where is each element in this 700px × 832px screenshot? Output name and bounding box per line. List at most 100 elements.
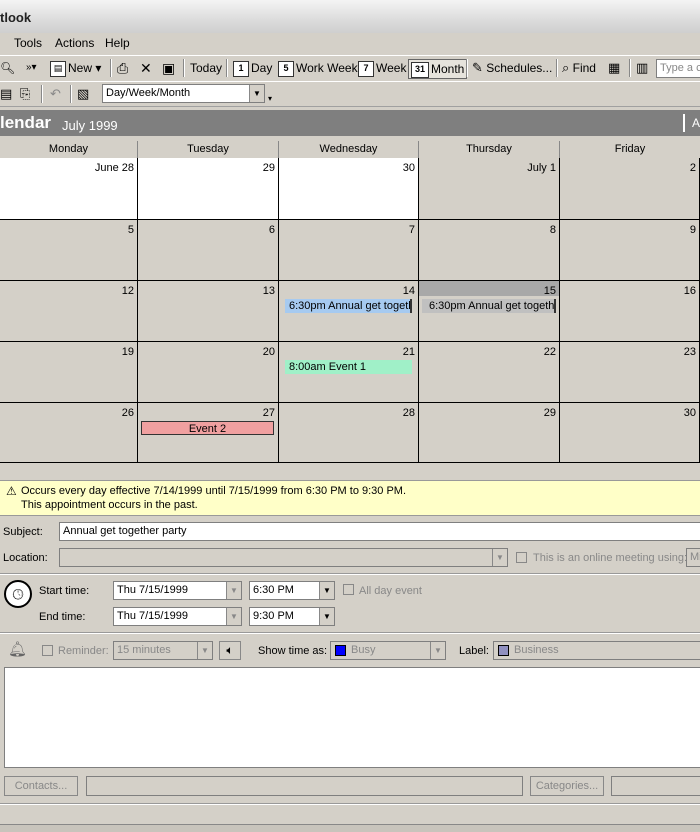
show-time-as-select[interactable]: Busy ▼	[330, 641, 446, 660]
subject-input[interactable]: Annual get together party	[59, 522, 700, 541]
day-cell[interactable]: 29	[419, 403, 560, 463]
end-time-label: End time:	[39, 611, 86, 623]
today-button[interactable]: Today	[190, 59, 222, 77]
day-cell[interactable]: 19	[0, 342, 138, 403]
menu-actions[interactable]: Actions	[55, 36, 94, 50]
toolbar-options-icon[interactable]: ▾	[268, 90, 272, 108]
notes-textarea[interactable]	[4, 667, 700, 768]
menu-tools[interactable]: Tools	[14, 36, 42, 50]
end-date-input[interactable]: Thu 7/15/1999 ▼	[113, 607, 242, 626]
day-name-friday: Friday	[614, 143, 646, 155]
day-cell[interactable]: 21 8:00am Event 1	[279, 342, 419, 403]
day-cell[interactable]: 22	[419, 342, 560, 403]
categories-button[interactable]: Categories...	[530, 776, 604, 796]
all-day-checkbox[interactable]	[343, 584, 354, 595]
speaker-icon[interactable]: 🔈︎	[219, 641, 241, 660]
day-cell[interactable]: 12	[0, 281, 138, 342]
print-preview-icon[interactable]: ⎘	[20, 85, 30, 103]
chevron-down-icon[interactable]: ▼	[226, 608, 241, 625]
chevron-down-icon[interactable]: ▼	[430, 642, 445, 659]
day-cell[interactable]: July 1	[419, 158, 560, 220]
chevron-down-icon[interactable]: ▼	[226, 582, 241, 599]
current-view-value: Day/Week/Month	[106, 87, 191, 99]
day-cell[interactable]: 26	[0, 403, 138, 463]
find-label: Find	[572, 61, 596, 75]
contacts-field[interactable]	[86, 776, 523, 796]
categories-field[interactable]	[611, 776, 700, 796]
day-cell[interactable]: 13	[138, 281, 279, 342]
end-time-input[interactable]: 9:30 PM ▼	[249, 607, 335, 626]
day-number: 30	[402, 162, 415, 174]
week-view-button[interactable]: 7 Week	[358, 59, 406, 77]
day-number: 6	[268, 224, 275, 236]
location-input[interactable]: ▼	[59, 548, 508, 567]
week-calendar-icon: 7	[358, 60, 374, 77]
day-cell[interactable]: 23	[560, 342, 700, 403]
day-cell[interactable]: 20	[138, 342, 279, 403]
move-to-folder-icon[interactable]: ▣	[162, 59, 175, 77]
new-button[interactable]: ▤ New ▾	[50, 59, 101, 77]
calendar-event[interactable]: 6:30pm Annual get together party	[422, 299, 556, 313]
online-meeting-checkbox[interactable]	[516, 552, 527, 563]
find-button[interactable]: ⌕ Find	[562, 59, 596, 77]
calendar-event[interactable]: 6:30pm Annual get together party	[285, 299, 412, 313]
day-number: 12	[121, 285, 134, 297]
day-cell[interactable]: 29	[138, 158, 279, 220]
undo-icon[interactable]: ↶	[50, 85, 61, 103]
address-book-icon[interactable]: ▥	[636, 59, 648, 77]
calendar-event[interactable]: Event 2	[141, 421, 274, 435]
find-magnifier-icon[interactable]: 🔍︎	[0, 59, 15, 77]
month-grid: June 28 29 30 July 1 2 5 6 7 8 9 12 13 1…	[0, 158, 700, 463]
day-cell[interactable]: 8	[419, 220, 560, 281]
toolbar-separator	[110, 59, 112, 77]
day-cell[interactable]: 30	[279, 158, 419, 220]
delete-icon[interactable]: ✕	[140, 59, 152, 77]
end-time-value: 9:30 PM	[253, 610, 294, 622]
start-date-input[interactable]: Thu 7/15/1999 ▼	[113, 581, 242, 600]
chevron-more-icon[interactable]: »▾	[26, 59, 37, 77]
day-cell[interactable]: 14 6:30pm Annual get together party	[279, 281, 419, 342]
current-view-dropdown[interactable]: Day/Week/Month ▼	[102, 84, 265, 103]
toolbar-separator	[466, 59, 468, 77]
folder-list-icon[interactable]: ▤	[0, 85, 12, 103]
day-cell[interactable]: 30	[560, 403, 700, 463]
search-input[interactable]: Type a c	[656, 59, 700, 78]
work-week-view-button[interactable]: 5 Work Week	[278, 59, 358, 77]
reminder-checkbox[interactable]	[42, 645, 53, 656]
online-meeting-select[interactable]: Mi	[686, 548, 700, 567]
day-number: 21	[402, 346, 415, 358]
day-cell[interactable]: 7	[279, 220, 419, 281]
print-icon[interactable]: ⎙	[117, 59, 128, 77]
chevron-down-icon[interactable]: ▼	[319, 608, 334, 625]
chevron-down-icon[interactable]: ▼	[197, 642, 212, 659]
organize-icon[interactable]: ▦	[608, 59, 620, 77]
day-cell[interactable]: 16	[560, 281, 700, 342]
schedules-button[interactable]: ✎ Schedules...	[472, 59, 552, 77]
menu-help[interactable]: Help	[105, 36, 130, 50]
day-cell[interactable]: 9	[560, 220, 700, 281]
day-cell[interactable]: 27 Event 2	[138, 403, 279, 463]
day-number: 26	[121, 407, 134, 419]
day-cell[interactable]: 28	[279, 403, 419, 463]
day-cell[interactable]: 2	[560, 158, 700, 220]
day-view-button[interactable]: 1 Day	[233, 59, 272, 77]
chevron-down-icon[interactable]: ▼	[249, 85, 264, 102]
chevron-down-icon[interactable]: ▼	[319, 582, 334, 599]
day-cell[interactable]: June 28	[0, 158, 138, 220]
day-cell[interactable]: 5	[0, 220, 138, 281]
day-cell[interactable]: 6	[138, 220, 279, 281]
day-number: 16	[683, 285, 696, 297]
day-number: 15	[543, 285, 556, 297]
calendar-event[interactable]: 8:00am Event 1	[285, 360, 412, 374]
chevron-down-icon[interactable]: ▼	[492, 549, 507, 566]
day-number: July 1	[527, 162, 556, 174]
reminder-label: Reminder:	[58, 645, 109, 657]
plan-meeting-icon[interactable]: ▧	[77, 85, 89, 103]
month-view-button[interactable]: 31 Month	[408, 59, 468, 79]
start-time-input[interactable]: 6:30 PM ▼	[249, 581, 335, 600]
contacts-button[interactable]: Contacts...	[4, 776, 78, 796]
reminder-select[interactable]: 15 minutes ▼	[113, 641, 213, 660]
selected-day-highlight	[419, 281, 559, 296]
day-cell-selected[interactable]: 15 6:30pm Annual get together party	[419, 281, 560, 342]
label-select[interactable]: Business	[493, 641, 700, 660]
